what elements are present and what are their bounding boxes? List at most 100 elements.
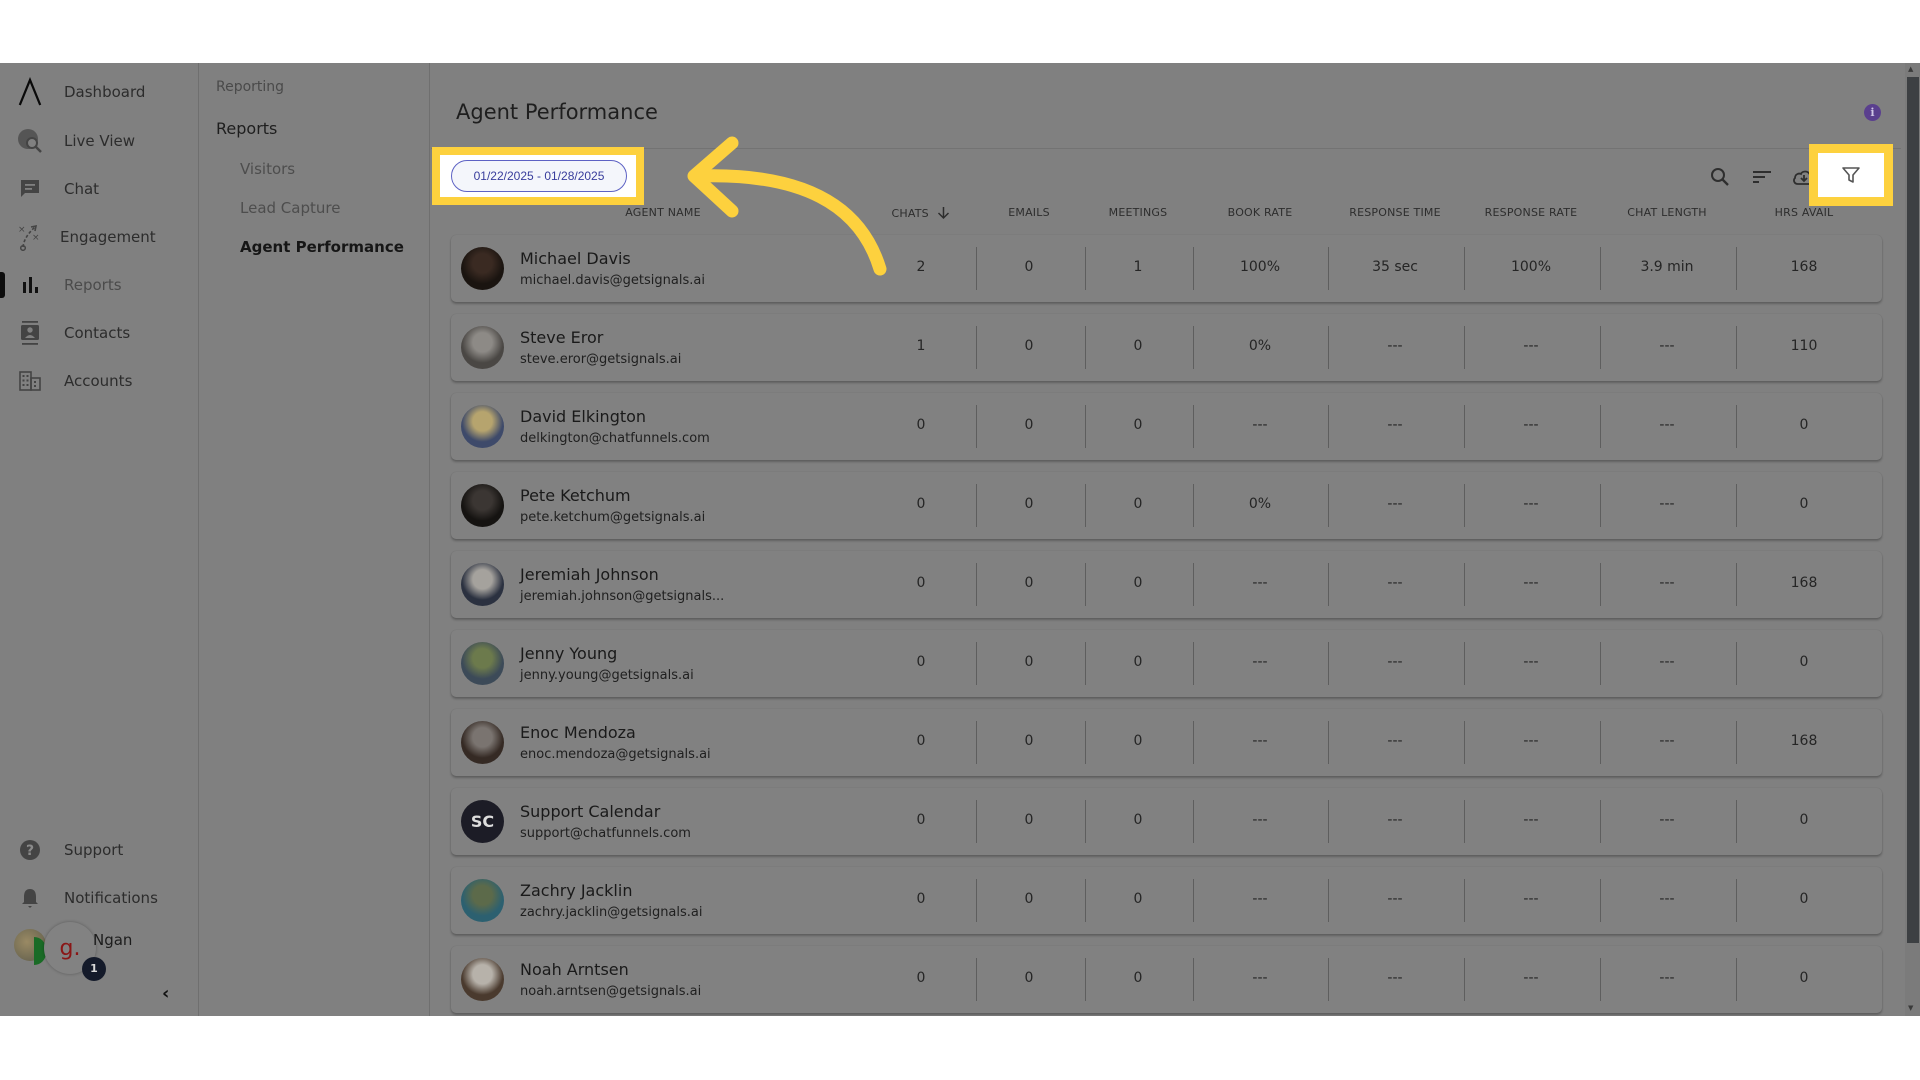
column-header-meetings[interactable]: MEETINGS xyxy=(1109,206,1168,219)
cell-hrs-avail: 110 xyxy=(1790,338,1818,354)
sidebar-item-label: Support xyxy=(64,841,124,859)
sidebar-item-notifications[interactable]: Notifications xyxy=(0,878,199,918)
sidebar-item-contacts[interactable]: Contacts xyxy=(0,313,199,353)
column-divider xyxy=(1193,563,1194,606)
sidebar-item-accounts[interactable]: Accounts xyxy=(0,361,199,401)
cell-chat-length: --- xyxy=(1659,891,1675,907)
column-divider xyxy=(1736,563,1737,606)
agent-avatar xyxy=(461,642,504,685)
column-header-chat-length[interactable]: CHAT LENGTH xyxy=(1627,206,1706,219)
sidebar-item-engagement[interactable]: × × Engagement xyxy=(0,217,199,257)
filter-icon[interactable] xyxy=(1838,162,1864,188)
column-divider xyxy=(1193,405,1194,448)
cell-response-time: --- xyxy=(1387,575,1403,591)
table-row[interactable]: SC Support Calendar support@chatfunnels.co… xyxy=(451,788,1882,855)
agent-email: steve.eror@getsignals.ai xyxy=(520,352,682,367)
live-view-icon xyxy=(17,128,43,154)
cell-chats: 0 xyxy=(916,970,926,986)
cell-chat-length: --- xyxy=(1659,496,1675,512)
sidebar-item-reports[interactable]: Reports xyxy=(0,265,199,305)
agent-avatar: SC xyxy=(461,800,504,843)
column-divider xyxy=(1600,326,1601,369)
sidebar-item-label: Contacts xyxy=(64,324,131,342)
sidebar-item-support[interactable]: ? Support xyxy=(0,830,199,870)
info-icon[interactable]: i xyxy=(1864,104,1881,121)
sidebar-item-live-view[interactable]: Live View xyxy=(0,121,199,161)
cell-response-rate: --- xyxy=(1523,417,1539,433)
column-header-response-rate[interactable]: RESPONSE RATE xyxy=(1485,206,1578,219)
subnav-item-lead-capture[interactable]: Lead Capture xyxy=(240,199,340,217)
column-divider xyxy=(1085,800,1086,843)
cell-response-rate: 100% xyxy=(1510,259,1552,275)
page-title: Agent Performance xyxy=(456,100,658,124)
cell-meetings: 0 xyxy=(1133,733,1143,749)
table-row[interactable]: Jeremiah Johnson jeremiah.johnson@getsign… xyxy=(451,551,1882,618)
column-divider xyxy=(1328,642,1329,685)
table-row[interactable]: Jenny Young jenny.young@getsignals.ai 0 0 0 -… xyxy=(451,630,1882,697)
agent-name: Support Calendar xyxy=(520,802,661,821)
cell-meetings: 0 xyxy=(1133,891,1143,907)
cell-chats: 0 xyxy=(916,812,926,828)
notification-badge: 1 xyxy=(82,957,106,981)
cell-book-rate: 100% xyxy=(1239,259,1281,275)
primary-sidebar: Dashboard Live View Chat ×× Engagement xyxy=(0,63,199,1016)
table-row[interactable]: Michael Davis michael.davis@getsignals.ai… xyxy=(451,235,1882,302)
bar-chart-icon xyxy=(17,272,43,298)
sidebar-item-chat[interactable]: Chat xyxy=(0,169,199,209)
svg-text:?: ? xyxy=(26,843,34,859)
column-header-chats[interactable]: CHATS xyxy=(891,206,950,220)
column-divider xyxy=(976,326,977,369)
column-divider xyxy=(1085,405,1086,448)
sidebar-item-dashboard[interactable]: Dashboard xyxy=(0,72,199,112)
cell-book-rate: --- xyxy=(1252,733,1268,749)
avatar-initials: SC xyxy=(470,812,495,831)
table-row[interactable]: Noah Arntsen noah.arntsen@getsignals.ai 0 0… xyxy=(451,946,1882,1013)
column-divider xyxy=(1736,642,1737,685)
column-divider xyxy=(1464,879,1465,922)
column-header-emails[interactable]: EMAILS xyxy=(1008,206,1050,219)
cell-book-rate: --- xyxy=(1252,891,1268,907)
subnav-item-visitors[interactable]: Visitors xyxy=(240,160,295,178)
column-divider xyxy=(1736,484,1737,527)
column-divider xyxy=(976,879,977,922)
column-divider xyxy=(1736,326,1737,369)
agent-name: Jenny Young xyxy=(520,644,618,663)
column-header-hrs-avail[interactable]: HRS AVAIL xyxy=(1775,206,1834,219)
scroll-down-icon[interactable]: ▼ xyxy=(1908,1004,1913,1012)
column-header-book-rate[interactable]: BOOK RATE xyxy=(1228,206,1293,219)
agent-avatar xyxy=(461,326,504,369)
table-row[interactable]: Enoc Mendoza enoc.mendoza@getsignals.ai 0 0… xyxy=(451,709,1882,776)
date-range-pill[interactable]: 01/22/2025 - 01/28/2025 xyxy=(451,160,627,192)
column-header-response-time[interactable]: RESPONSE TIME xyxy=(1349,206,1441,219)
table-row[interactable]: Pete Ketchum pete.ketchum@getsignals.ai 0 0… xyxy=(451,472,1882,539)
column-divider xyxy=(976,958,977,1001)
cell-emails: 0 xyxy=(1024,654,1034,670)
column-divider xyxy=(1193,484,1194,527)
column-header-agent-name[interactable]: AGENT NAME xyxy=(625,206,700,219)
table-row[interactable]: Zachry Jacklin zachry.jacklin@getsignals.… xyxy=(451,867,1882,934)
cell-emails: 0 xyxy=(1024,812,1034,828)
sidebar-item-label: Live View xyxy=(64,132,135,150)
column-divider xyxy=(1600,642,1601,685)
sort-icon[interactable] xyxy=(1749,164,1775,190)
cell-chats: 0 xyxy=(916,575,926,591)
scrollbar-thumb[interactable] xyxy=(1907,77,1919,943)
scroll-up-icon[interactable]: ▲ xyxy=(1908,65,1913,73)
cell-hrs-avail: 0 xyxy=(1799,812,1809,828)
collapse-sidebar-icon[interactable]: ‹ xyxy=(162,983,169,1004)
column-divider xyxy=(1328,405,1329,448)
subnav-item-agent-performance[interactable]: Agent Performance xyxy=(240,238,404,256)
column-divider xyxy=(1464,721,1465,764)
bell-icon xyxy=(17,885,43,911)
cell-response-time: --- xyxy=(1387,496,1403,512)
column-divider xyxy=(1328,879,1329,922)
svg-text:×: × xyxy=(18,225,26,235)
agent-email: jeremiah.johnson@getsignals... xyxy=(520,589,725,604)
table-row[interactable]: David Elkington delkington@chatfunnels.co… xyxy=(451,393,1882,460)
agent-name: Michael Davis xyxy=(520,249,631,268)
table-row[interactable]: Steve Eror steve.eror@getsignals.ai 1 0 0 0% -… xyxy=(451,314,1882,381)
breadcrumb[interactable]: Reporting xyxy=(216,79,284,95)
cell-chat-length: 3.9 min xyxy=(1640,259,1694,275)
column-divider xyxy=(1464,642,1465,685)
search-icon[interactable] xyxy=(1707,164,1733,190)
